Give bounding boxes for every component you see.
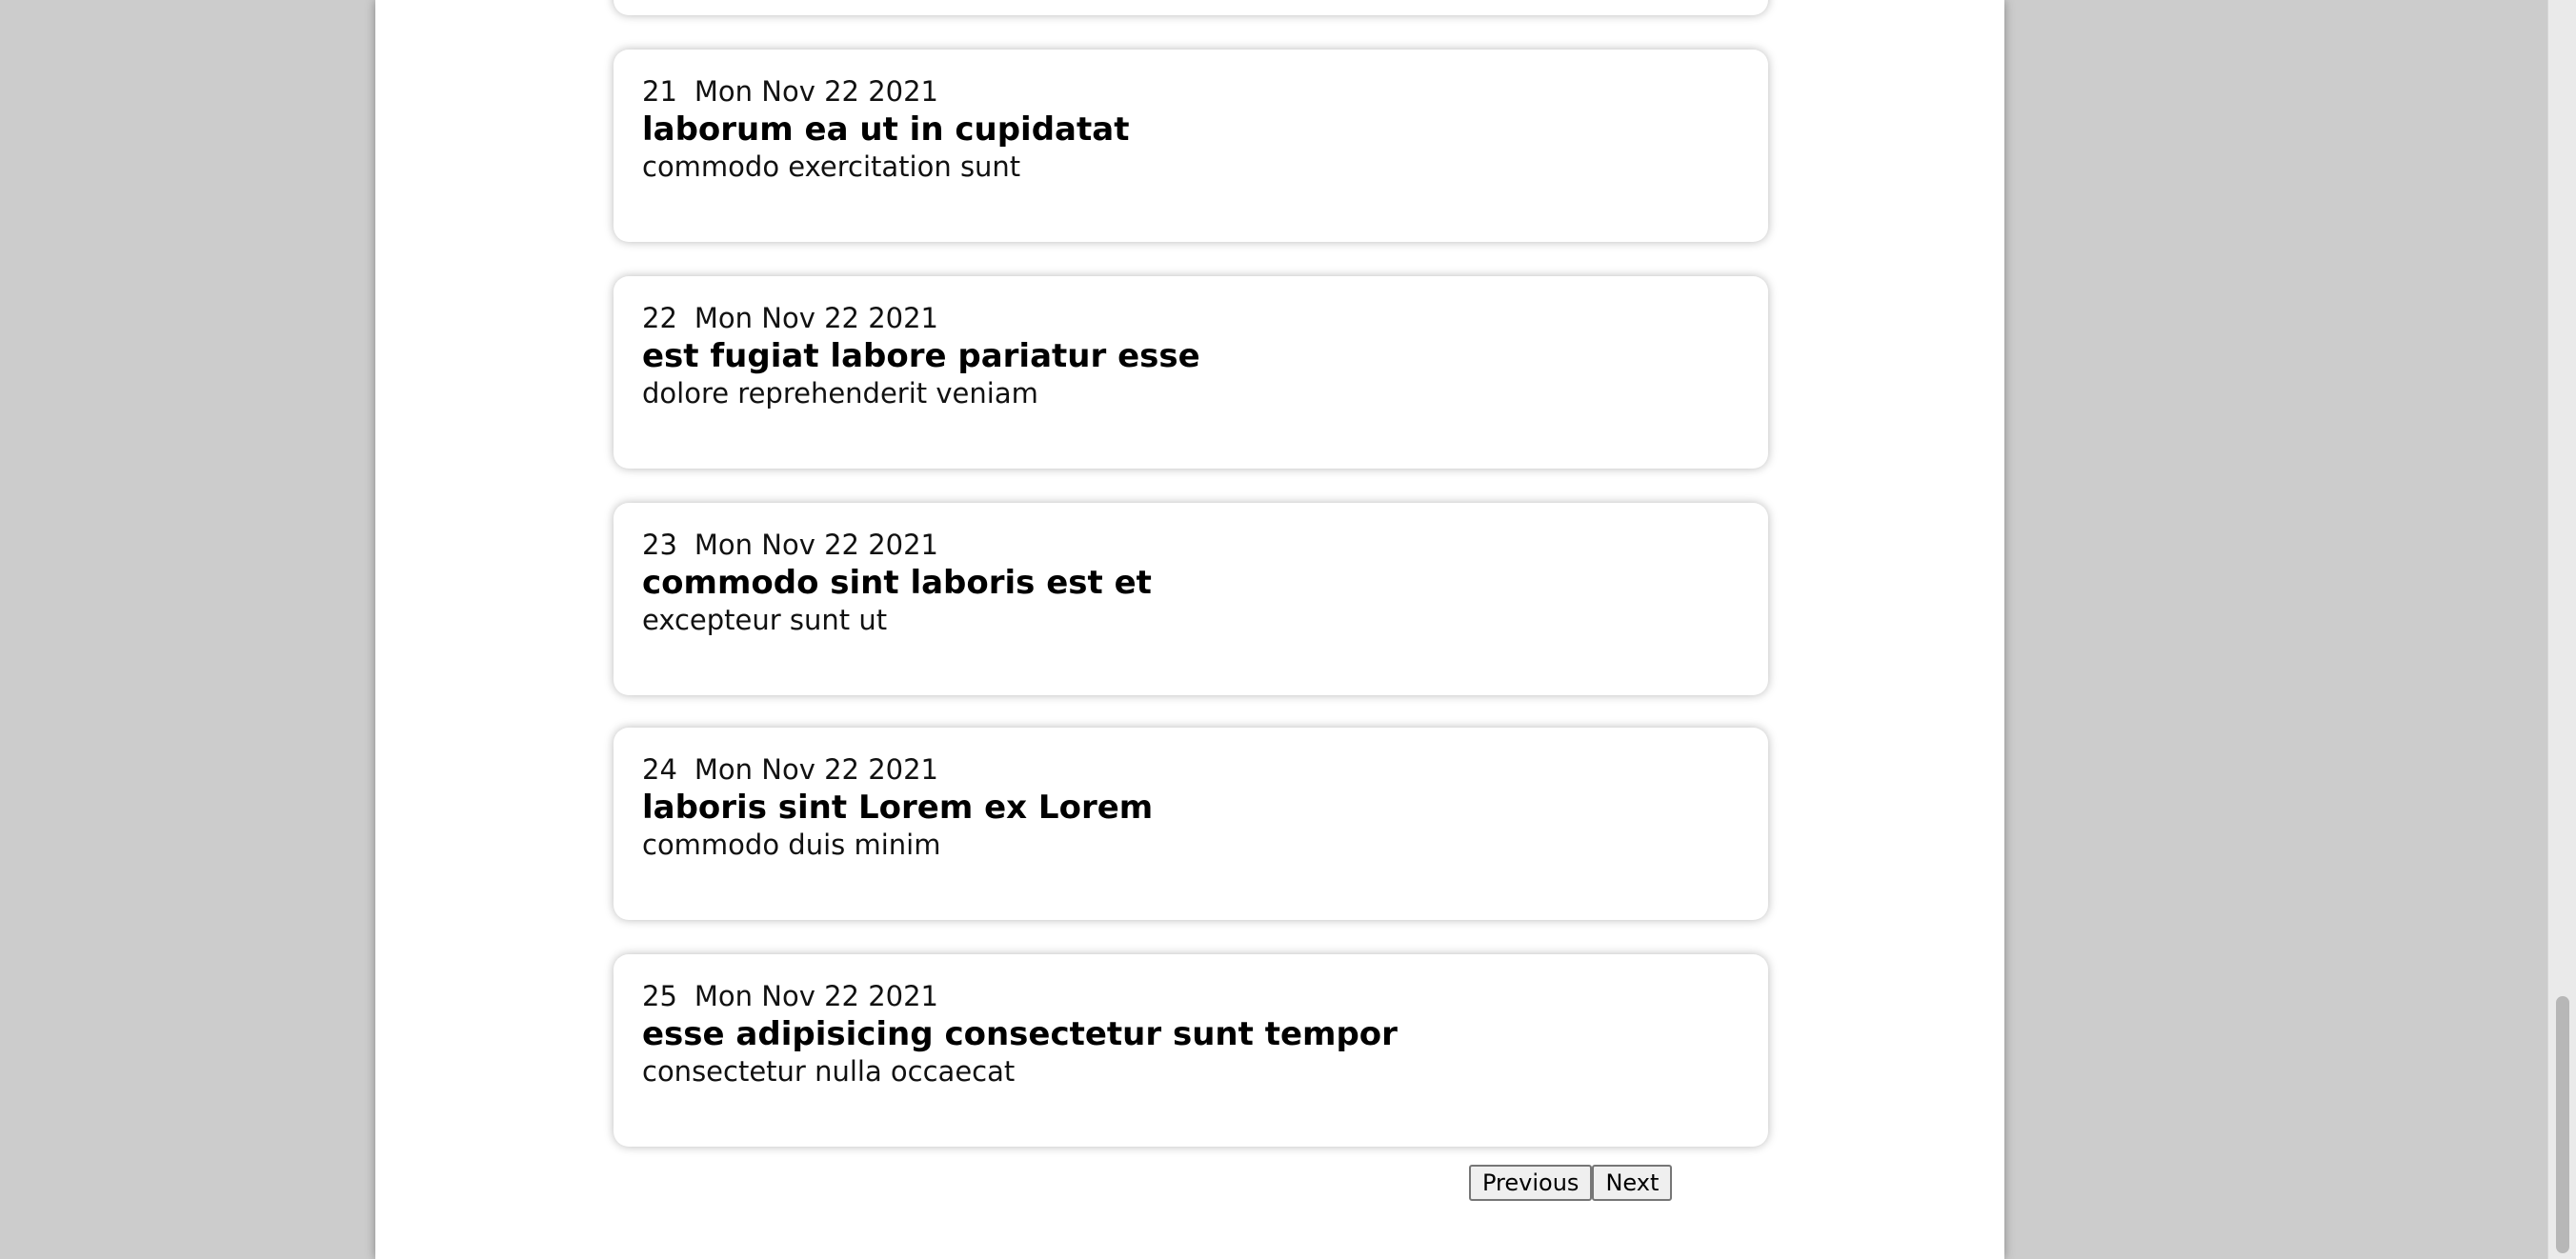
pagination: Previous Next xyxy=(1469,1165,1673,1201)
post-number: 21 xyxy=(642,75,677,108)
post-card-partial xyxy=(614,0,1768,15)
post-date: Mon Nov 22 2021 xyxy=(694,302,939,334)
post-body: excepteur sunt ut xyxy=(642,604,888,636)
post-number: 25 xyxy=(642,980,677,1012)
post-meta: 22 Mon Nov 22 2021 xyxy=(642,301,1740,335)
post-meta: 23 Mon Nov 22 2021 xyxy=(642,528,1740,562)
post-date: Mon Nov 22 2021 xyxy=(694,980,939,1012)
post-card: 25 Mon Nov 22 2021 esse adipisicing conse… xyxy=(614,954,1768,1147)
page-container: 21 Mon Nov 22 2021 laborum ea ut in cupid… xyxy=(375,0,2004,1259)
post-body: commodo duis minim xyxy=(642,829,941,861)
post-body: commodo exercitation sunt xyxy=(642,150,1021,183)
post-number: 24 xyxy=(642,753,677,786)
post-body: dolore reprehenderit veniam xyxy=(642,377,1038,410)
previous-button[interactable]: Previous xyxy=(1469,1165,1593,1201)
post-date: Mon Nov 22 2021 xyxy=(694,75,939,108)
post-title: laborum ea ut in cupidatat xyxy=(642,110,1130,149)
post-date: Mon Nov 22 2021 xyxy=(694,753,939,786)
post-meta: 25 Mon Nov 22 2021 xyxy=(642,979,1740,1013)
post-date: Mon Nov 22 2021 xyxy=(694,529,939,561)
post-title: esse adipisicing consectetur sunt tempor xyxy=(642,1015,1398,1053)
post-card: 22 Mon Nov 22 2021 est fugiat labore pari… xyxy=(614,276,1768,469)
post-number: 23 xyxy=(642,529,677,561)
scrollbar[interactable] xyxy=(2547,0,2576,1259)
post-card: 21 Mon Nov 22 2021 laborum ea ut in cupid… xyxy=(614,50,1768,242)
post-body: consectetur nulla occaecat xyxy=(642,1055,1016,1088)
post-number: 22 xyxy=(642,302,677,334)
next-button[interactable]: Next xyxy=(1592,1165,1673,1201)
post-title: laboris sint Lorem ex Lorem xyxy=(642,789,1154,827)
post-title: est fugiat labore pariatur esse xyxy=(642,337,1200,375)
post-meta: 24 Mon Nov 22 2021 xyxy=(642,752,1740,787)
post-meta: 21 Mon Nov 22 2021 xyxy=(642,74,1740,109)
scrollbar-thumb[interactable] xyxy=(2556,996,2569,1253)
post-title: commodo sint laboris est et xyxy=(642,564,1152,602)
post-card: 23 Mon Nov 22 2021 commodo sint laboris e… xyxy=(614,503,1768,695)
post-card: 24 Mon Nov 22 2021 laboris sint Lorem ex … xyxy=(614,728,1768,920)
